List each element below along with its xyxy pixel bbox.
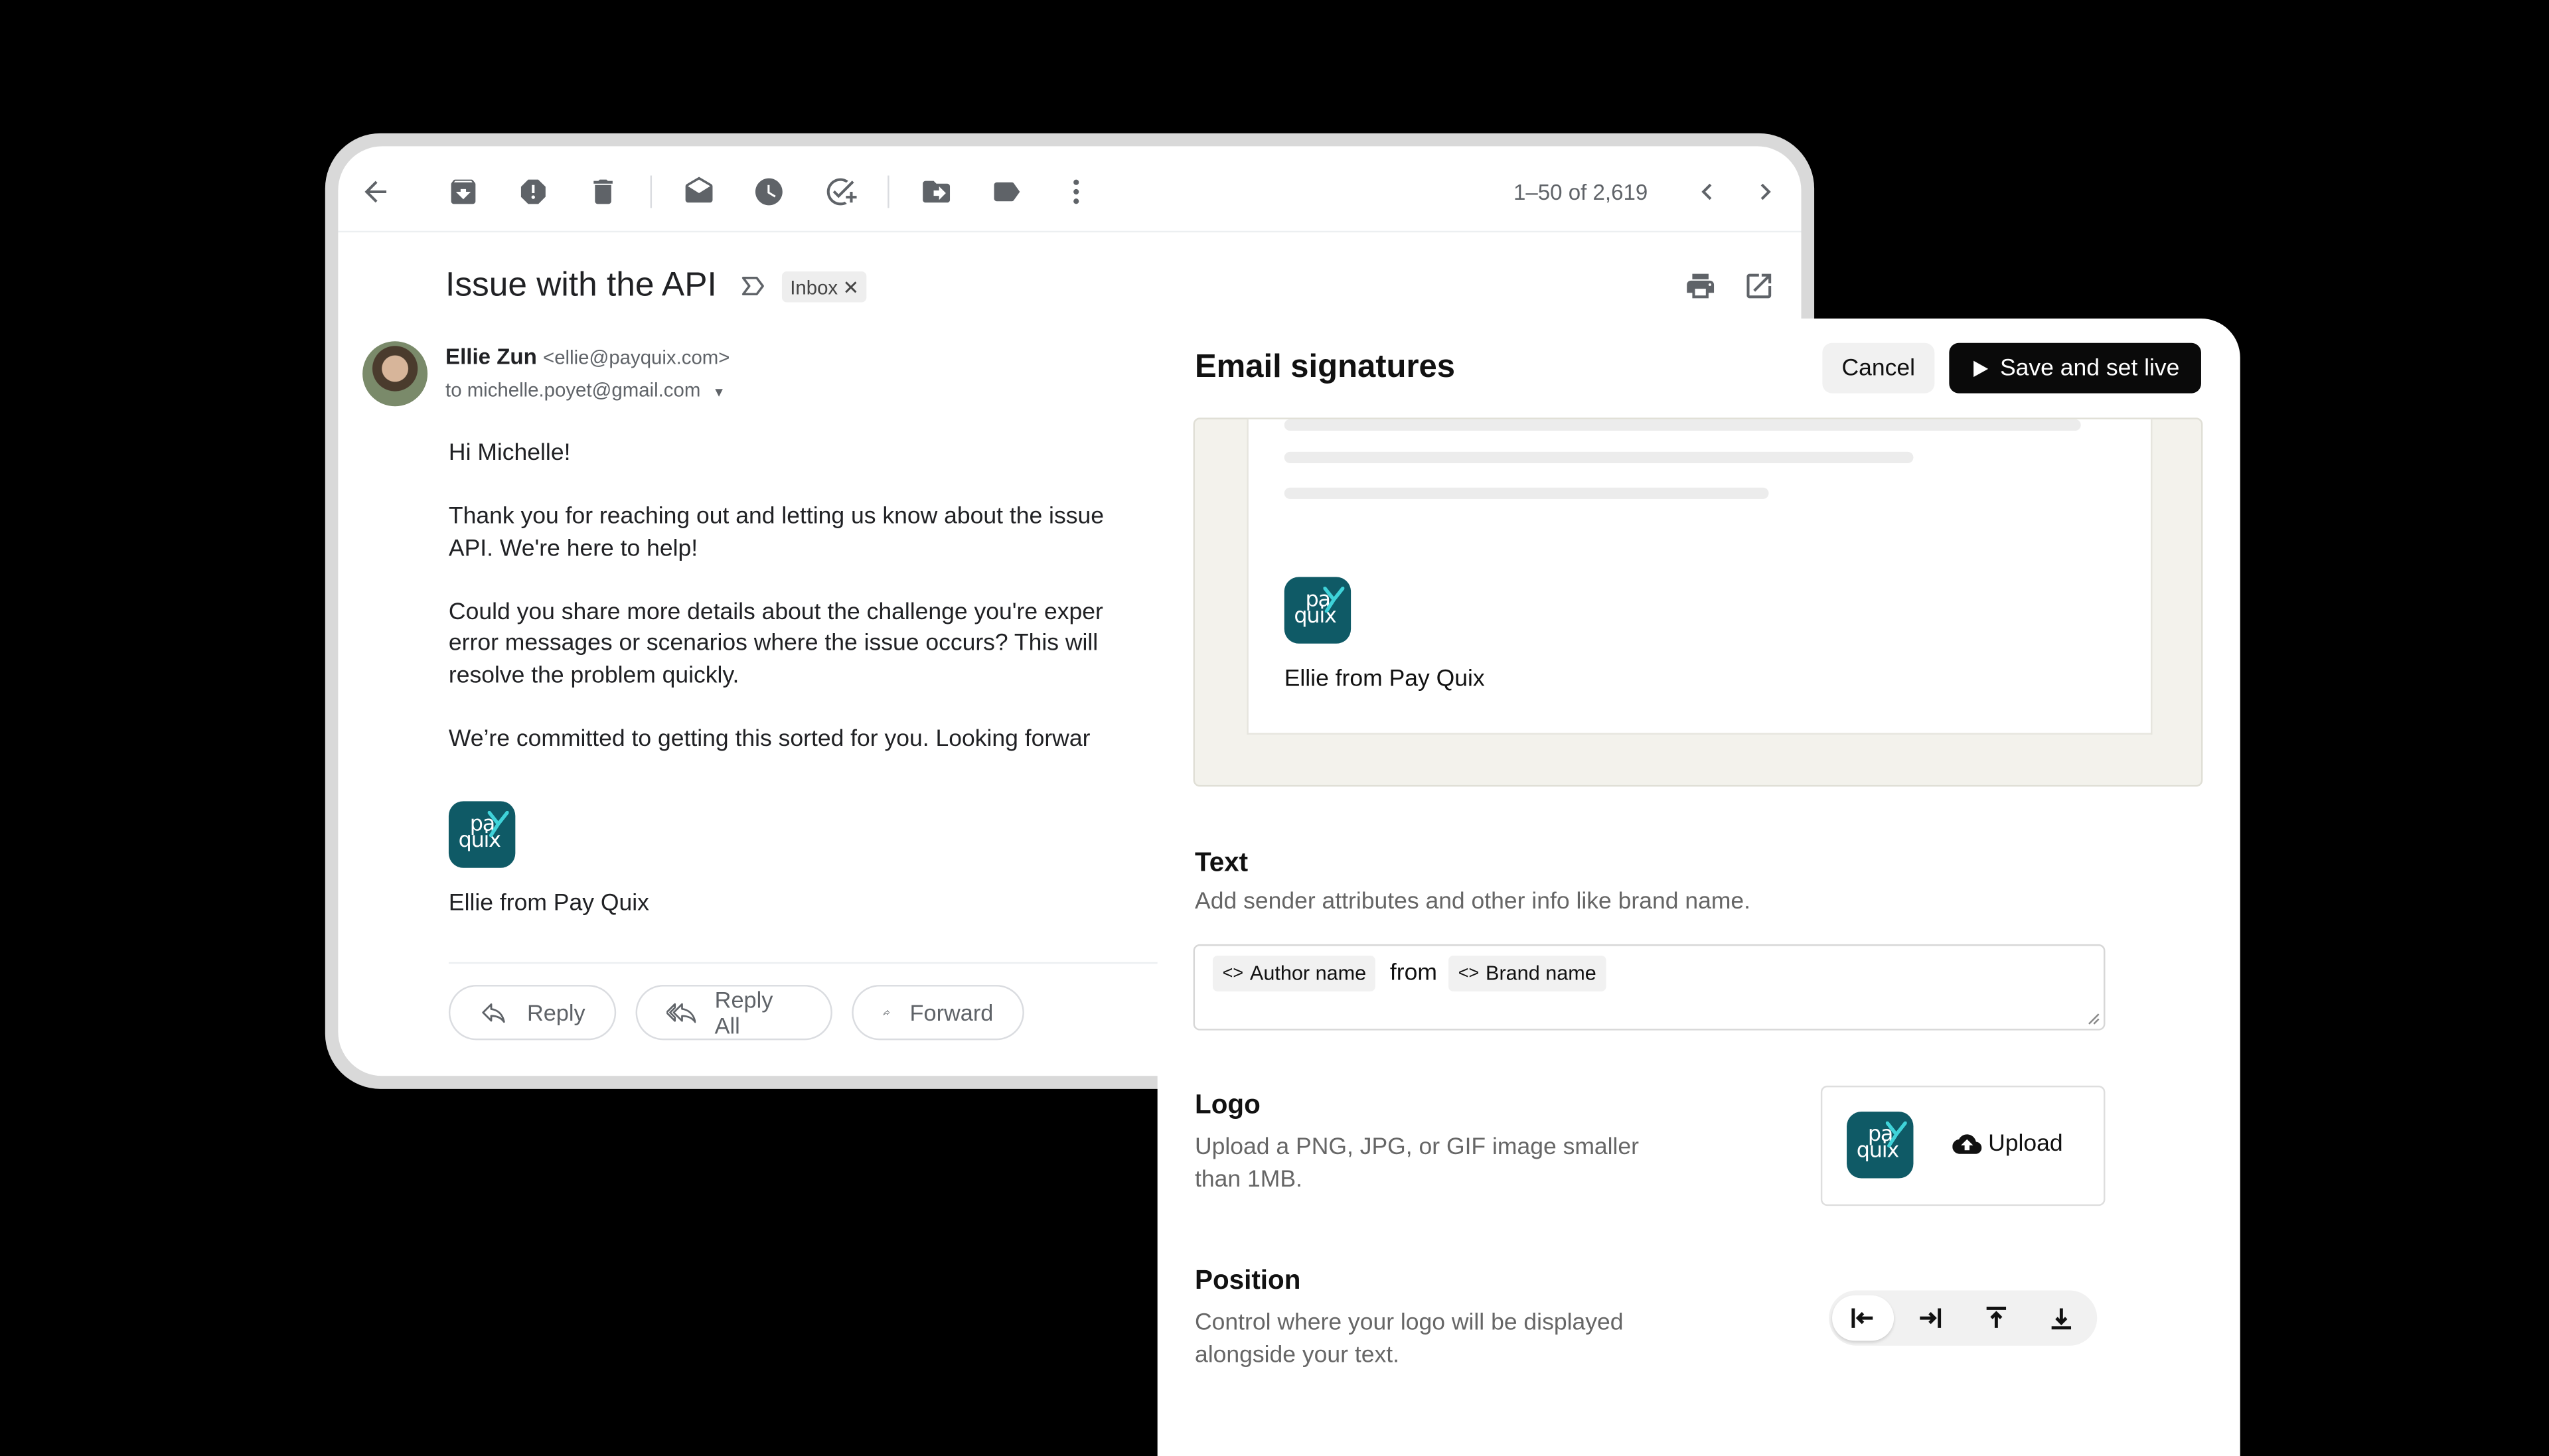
brand-token-label: Brand name — [1486, 962, 1596, 985]
placeholder-line — [1284, 487, 1769, 499]
inbox-label-chip: Inbox ✕ — [781, 271, 868, 303]
align-bottom-button[interactable] — [2031, 1295, 2092, 1341]
logo-desc-line: Upload a PNG, JPG, or GIF image smaller — [1195, 1134, 1640, 1161]
code-icon: <> — [1458, 964, 1480, 983]
position-desc-line: Control where your logo will be displaye… — [1195, 1309, 1624, 1337]
preview-signature-text: Ellie from Pay Quix — [1284, 666, 1485, 693]
text-section-title: Text — [1195, 848, 1249, 878]
reply-icon — [482, 1003, 505, 1023]
connector-text: from — [1389, 960, 1437, 987]
archive-icon[interactable] — [447, 175, 479, 208]
snooze-icon[interactable] — [753, 175, 785, 208]
preview-email-card: pa quix Ellie from Pay Quix — [1247, 419, 2153, 735]
body-line: error messages or scenarios where the is… — [448, 630, 1099, 657]
align-left-icon — [1851, 1308, 1873, 1328]
reply-all-button[interactable]: Reply All — [635, 985, 832, 1041]
save-button-label: Save and set live — [1999, 355, 2180, 382]
uploaded-logo-thumbnail: pa quix — [1847, 1112, 1914, 1179]
logo-section-description: Upload a PNG, JPG, or GIF image smaller … — [1195, 1133, 1639, 1197]
reply-all-icon — [666, 1003, 696, 1023]
body-line: resolve the problem quickly. — [448, 662, 739, 689]
code-icon: <> — [1222, 964, 1244, 983]
more-vert-icon[interactable] — [1060, 175, 1093, 208]
align-right-button[interactable] — [1898, 1295, 1960, 1341]
play-icon — [1973, 360, 1989, 376]
reply-all-label: Reply All — [714, 986, 773, 1039]
resize-handle-icon[interactable] — [2088, 1013, 2101, 1026]
remove-label-icon[interactable]: ✕ — [842, 275, 859, 298]
body-line: API. We're here to help! — [448, 535, 698, 562]
print-icon[interactable] — [1684, 270, 1717, 303]
text-section-description: Add sender attributes and other info lik… — [1195, 889, 1751, 915]
inbox-label-text: Inbox — [790, 275, 838, 299]
forward-label: Forward — [909, 999, 994, 1026]
toolbar-divider — [888, 175, 889, 208]
open-in-new-window-icon[interactable] — [1742, 270, 1775, 303]
brand-name-token[interactable]: <> Brand name — [1448, 956, 1606, 991]
sender-line: Ellie Zun <ellie@payquix.com> — [445, 344, 730, 369]
save-and-set-live-button[interactable]: Save and set live — [1949, 342, 2201, 394]
email-signature: Ellie from Pay Quix — [448, 891, 649, 917]
body-line: Thank you for reaching out and letting u… — [448, 504, 1104, 530]
placeholder-line — [1284, 451, 1914, 463]
report-spam-icon[interactable] — [517, 175, 550, 208]
next-page-icon[interactable] — [1749, 175, 1782, 208]
body-line: We’re committed to getting this sorted f… — [448, 725, 1091, 752]
delete-icon[interactable] — [587, 175, 619, 208]
forward-button[interactable]: Forward — [852, 985, 1024, 1041]
sender-avatar[interactable] — [362, 341, 428, 407]
preview-logo: pa quix — [1284, 577, 1352, 644]
position-section-description: Control where your logo will be displaye… — [1195, 1308, 1623, 1372]
add-task-icon[interactable] — [824, 175, 857, 208]
email-subject: Issue with the API — [445, 266, 717, 304]
sender-email: <ellie@payquix.com> — [543, 346, 730, 369]
author-name-token[interactable]: <> Author name — [1212, 956, 1376, 991]
recipient-line[interactable]: to michelle.poyet@gmail.com ▼ — [445, 379, 726, 401]
reply-button[interactable]: Reply — [448, 985, 617, 1041]
signature-text-field[interactable]: <> Author name from <> Brand name — [1193, 944, 2106, 1031]
mark-unread-icon[interactable] — [683, 175, 716, 208]
upload-label: Upload — [1988, 1131, 2063, 1157]
position-desc-line: alongside your text. — [1195, 1341, 1399, 1368]
prev-page-icon[interactable] — [1691, 175, 1723, 208]
logo-position-toggle-group — [1829, 1290, 2098, 1346]
forward-icon — [883, 1010, 890, 1015]
align-left-button[interactable] — [1832, 1295, 1894, 1341]
gmail-toolbar: 1–50 of 2,619 — [338, 146, 1802, 233]
align-top-button[interactable] — [1966, 1295, 2027, 1341]
upload-button[interactable]: Upload — [1952, 1129, 2063, 1159]
logo-section-title: Logo — [1195, 1090, 1261, 1120]
author-token-label: Author name — [1249, 962, 1367, 985]
toolbar-divider — [650, 175, 653, 208]
sender-name: Ellie Zun — [445, 344, 537, 369]
placeholder-line — [1284, 419, 2081, 431]
align-top-icon — [1986, 1306, 2007, 1328]
show-details-icon[interactable]: ▼ — [712, 385, 725, 400]
importance-marker-icon[interactable] — [736, 270, 769, 303]
cloud-upload-icon — [1952, 1134, 1982, 1154]
logo-desc-line: than 1MB. — [1195, 1166, 1302, 1193]
payquix-logo: pa quix — [448, 801, 516, 868]
logo-upload-box: pa quix Upload — [1820, 1085, 2106, 1206]
align-bottom-icon — [2051, 1308, 2072, 1330]
panel-title: Email signatures — [1195, 349, 1456, 386]
recipient-text: to michelle.poyet@gmail.com — [445, 378, 701, 401]
email-signatures-panel: Email signatures Cancel Save and set liv… — [1157, 319, 2240, 1456]
align-right-icon — [1920, 1308, 1942, 1328]
label-icon[interactable] — [990, 175, 1022, 208]
move-to-icon[interactable] — [920, 175, 953, 208]
pager-count: 1–50 of 2,619 — [1513, 180, 1648, 205]
email-body: Hi Michelle! Thank you for reaching out … — [449, 439, 1197, 787]
cancel-button[interactable]: Cancel — [1822, 342, 1935, 394]
body-greeting: Hi Michelle! — [448, 440, 571, 467]
reply-label: Reply — [526, 999, 585, 1026]
position-section-title: Position — [1195, 1266, 1301, 1295]
signature-preview: pa quix Ellie from Pay Quix — [1193, 417, 2203, 787]
back-arrow-icon[interactable] — [359, 175, 392, 208]
body-line: Could you share more details about the c… — [448, 599, 1103, 625]
